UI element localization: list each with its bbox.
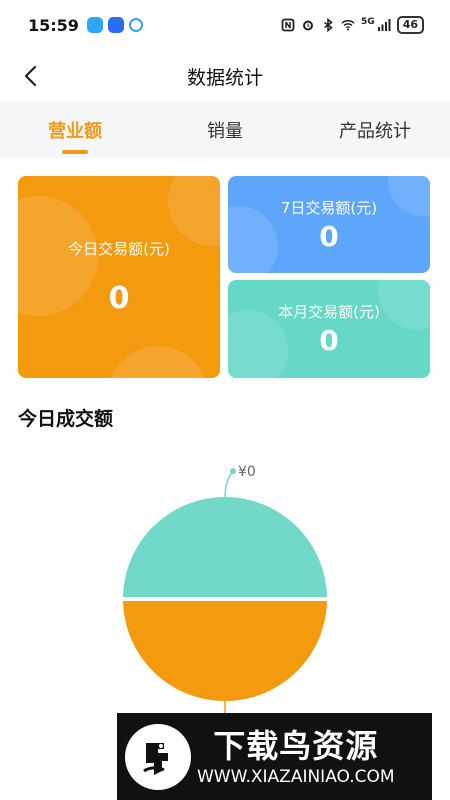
chat-notification-icon (128, 18, 143, 32)
pie-label-dot (230, 468, 236, 474)
wifi-icon (341, 20, 355, 31)
card-label: 本月交易额(元) (278, 303, 380, 321)
tab-label: 销量 (207, 121, 243, 142)
tab-label: 营业额 (48, 121, 102, 142)
app-notification-icon (107, 17, 124, 33)
seven-day-revenue-card: 7日交易额(元) 0 (228, 176, 430, 273)
bird-icon (143, 742, 168, 775)
pie-label-leader-line (224, 470, 234, 498)
tab-label: 产品统计 (339, 121, 411, 142)
back-button[interactable] (12, 58, 48, 94)
today-turnover-pie-chart: ¥0 (0, 455, 450, 715)
page-title: 数据统计 (186, 66, 263, 89)
bird-logo-icon (125, 723, 191, 790)
bluetooth-icon (324, 18, 333, 32)
status-app-icons (86, 17, 143, 33)
alarm-icon (303, 20, 314, 31)
active-tab-indicator (62, 150, 88, 154)
today-revenue-card: 今日交易额(元) 0 (18, 176, 220, 378)
watermark-banner: 下载鸟资源 WWW.XIAZAINIAO.COM (117, 713, 432, 800)
chevron-left-icon (24, 65, 37, 87)
app-header: 数据统计 (0, 50, 450, 102)
card-value: 0 (108, 281, 130, 316)
battery-indicator: 46 (396, 16, 424, 34)
card-value: 0 (319, 219, 339, 253)
tab-sales-volume[interactable]: 销量 (150, 102, 300, 158)
section-title: 今日成交额 (18, 408, 114, 430)
pie-slice-top[interactable] (123, 497, 327, 599)
status-bar: 15:59 5G 46 (0, 0, 450, 50)
nfc-icon (281, 18, 295, 32)
signal-icon (377, 19, 391, 31)
pie-chart-svg: ¥0 (123, 464, 327, 715)
network-type: 5G (361, 17, 375, 27)
watermark-url: WWW.XIAZAINIAO.COM (197, 766, 395, 787)
card-decoration (388, 176, 430, 216)
pie-slice-bottom[interactable] (123, 599, 327, 701)
card-decoration (108, 346, 208, 378)
card-decoration (228, 206, 278, 273)
month-revenue-card: 本月交易额(元) 0 (228, 280, 430, 378)
card-decoration (168, 176, 220, 246)
card-decoration (378, 280, 430, 330)
card-label: 7日交易额(元) (280, 198, 378, 217)
pie-label: ¥0 (238, 464, 256, 480)
tab-revenue[interactable]: 营业额 (0, 102, 150, 158)
app-notification-icon (86, 17, 103, 33)
status-indicators: 5G 46 (281, 16, 424, 34)
tab-bar: 营业额 销量 产品统计 (0, 102, 450, 158)
tab-product-stats[interactable]: 产品统计 (300, 102, 450, 158)
watermark-text: 下载鸟资源 WWW.XIAZAINIAO.COM (197, 726, 395, 788)
card-label: 今日交易额(元) (68, 240, 170, 258)
card-value: 0 (319, 324, 339, 357)
status-time: 15:59 (28, 15, 79, 35)
watermark-title: 下载鸟资源 (213, 726, 379, 765)
